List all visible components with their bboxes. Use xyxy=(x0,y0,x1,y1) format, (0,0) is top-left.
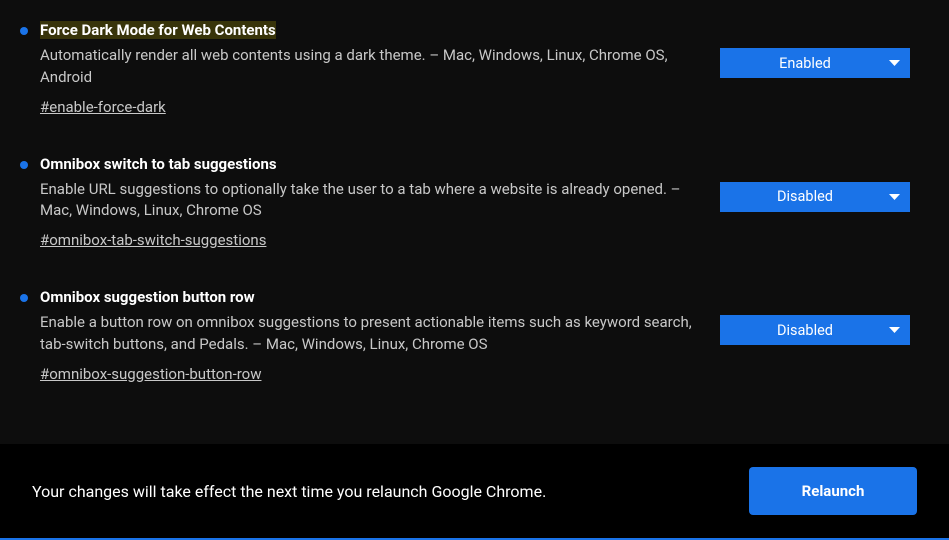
flag-item: Omnibox suggestion button row Enable a b… xyxy=(20,287,917,383)
flag-select-wrapper: Disabled xyxy=(720,315,910,345)
flag-hash-link[interactable]: #omnibox-tab-switch-suggestions xyxy=(40,231,266,249)
flag-text: Force Dark Mode for Web Contents Automat… xyxy=(40,20,700,116)
flag-content: Force Dark Mode for Web Contents Automat… xyxy=(40,20,917,116)
flag-hash-link[interactable]: #omnibox-suggestion-button-row xyxy=(40,365,261,383)
flag-content: Omnibox switch to tab suggestions Enable… xyxy=(40,154,917,250)
flag-title: Force Dark Mode for Web Contents xyxy=(40,21,276,39)
flag-select-wrapper: Disabled xyxy=(720,182,910,212)
modified-indicator-dot xyxy=(20,294,28,302)
flag-item: Force Dark Mode for Web Contents Automat… xyxy=(20,20,917,116)
flag-state-select[interactable]: Enabled xyxy=(720,48,910,78)
flag-state-select[interactable]: Disabled xyxy=(720,182,910,212)
modified-indicator-dot xyxy=(20,27,28,35)
flag-text: Omnibox switch to tab suggestions Enable… xyxy=(40,154,700,250)
relaunch-bar: Your changes will take effect the next t… xyxy=(0,444,949,540)
relaunch-message: Your changes will take effect the next t… xyxy=(32,482,546,501)
flag-title: Omnibox suggestion button row xyxy=(40,288,255,306)
flag-title: Omnibox switch to tab suggestions xyxy=(40,155,277,173)
flag-description: Automatically render all web contents us… xyxy=(40,45,700,89)
flag-item: Omnibox switch to tab suggestions Enable… xyxy=(20,154,917,250)
modified-indicator-dot xyxy=(20,161,28,169)
flag-content: Omnibox suggestion button row Enable a b… xyxy=(40,287,917,383)
flag-select-wrapper: Enabled xyxy=(720,48,910,78)
flag-description: Enable URL suggestions to optionally tak… xyxy=(40,179,700,223)
flag-description: Enable a button row on omnibox suggestio… xyxy=(40,312,700,356)
flag-hash-link[interactable]: #enable-force-dark xyxy=(40,98,166,116)
flag-state-select[interactable]: Disabled xyxy=(720,315,910,345)
relaunch-button[interactable]: Relaunch xyxy=(749,467,917,515)
flag-text: Omnibox suggestion button row Enable a b… xyxy=(40,287,700,383)
flags-list: Force Dark Mode for Web Contents Automat… xyxy=(0,0,949,383)
